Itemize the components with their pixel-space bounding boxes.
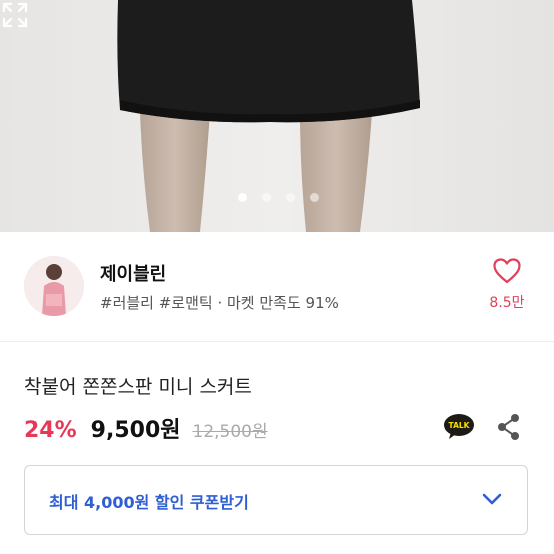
seller-avatar[interactable] bbox=[24, 256, 84, 316]
price-row: 24% 9,500원 12,500원 bbox=[24, 412, 268, 446]
like-button[interactable]: 8.5만 bbox=[487, 258, 527, 312]
seller-tags: #러블리 #로맨틱 · 마켓 만족도 91% bbox=[100, 294, 339, 312]
talk-label: TALK bbox=[449, 421, 471, 430]
sale-price: 9,500원 bbox=[90, 418, 181, 443]
gallery-dot[interactable] bbox=[309, 193, 319, 202]
product-title: 착붙어 쫀쫀스판 미니 스커트 bbox=[24, 376, 252, 398]
kakaotalk-icon[interactable]: TALK bbox=[443, 413, 475, 441]
seller-info[interactable]: 제이블린 #러블리 #로맨틱 · 마켓 만족도 91% 8.5만 bbox=[0, 232, 554, 342]
coupon-label: 최대 4,000원 할인 쿠폰받기 bbox=[49, 493, 249, 512]
gallery-dot[interactable] bbox=[261, 193, 271, 202]
like-count: 8.5만 bbox=[489, 295, 525, 311]
chevron-down-icon bbox=[482, 493, 502, 505]
heart-icon[interactable] bbox=[493, 258, 521, 284]
product-image[interactable] bbox=[0, 0, 554, 232]
gallery-dot[interactable] bbox=[237, 193, 247, 202]
seller-name[interactable]: 제이블린 bbox=[100, 260, 166, 286]
expand-icon[interactable] bbox=[0, 0, 30, 30]
gallery-pagination[interactable] bbox=[0, 193, 554, 202]
gallery-dot[interactable] bbox=[285, 193, 295, 202]
original-price: 12,500원 bbox=[192, 422, 268, 442]
share-icon[interactable] bbox=[496, 412, 522, 442]
coupon-button[interactable]: 최대 4,000원 할인 쿠폰받기 bbox=[24, 465, 528, 535]
discount-rate: 24% bbox=[24, 418, 77, 443]
